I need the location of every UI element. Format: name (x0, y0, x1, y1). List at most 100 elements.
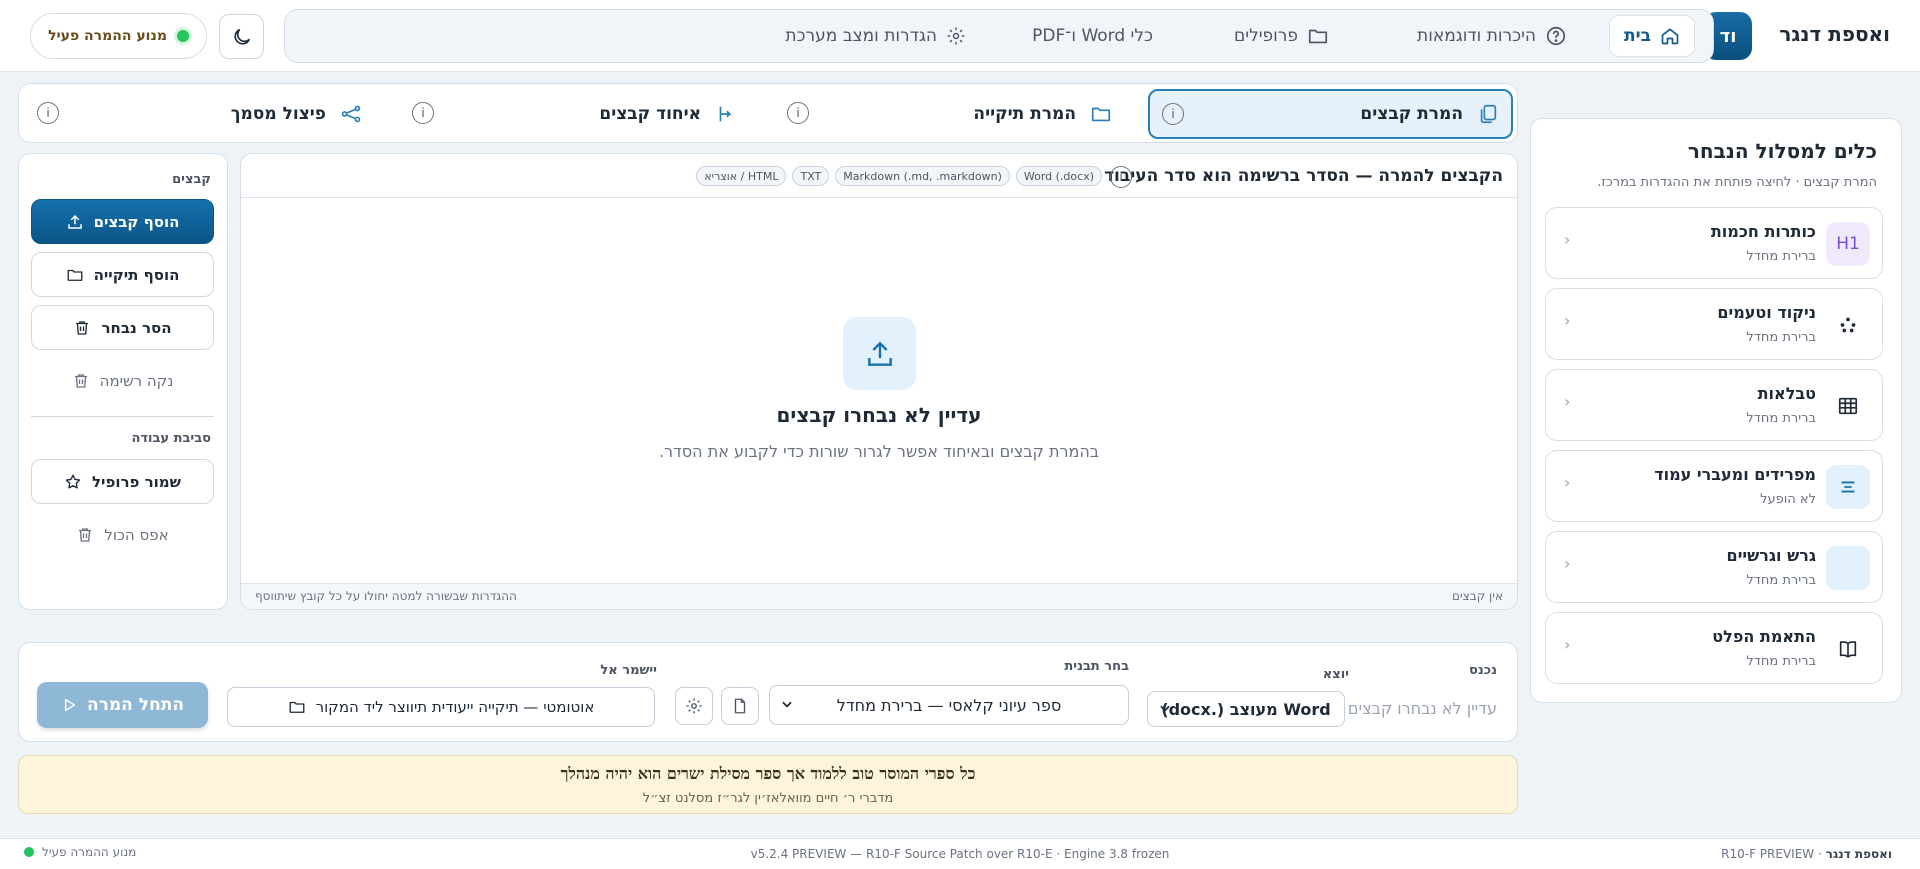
home-icon (1660, 26, 1680, 46)
status-engine-label: מנוע ההמרה פעיל (42, 845, 137, 859)
tool-nikud[interactable]: ניקוד וטעמים ברירת מחדל ‹ (1545, 288, 1883, 360)
save-profile-button[interactable]: שמור פרופיל (31, 459, 214, 504)
upload-icon (66, 213, 84, 231)
play-icon (61, 697, 77, 713)
trash-icon (73, 319, 91, 337)
tool-output-fit[interactable]: התאמת הפלט ברירת מחדל ‹ (1545, 612, 1883, 684)
nav-word-pdf[interactable]: כלי Word ו־PDF (1032, 15, 1153, 57)
file-list-footer: אין קבצים ההגדרות שבשורה למטה יחולו על כ… (241, 583, 1517, 609)
daily-quote: כל ספרי המוסר טוב ללמוד אך ספר מסילת ישר… (18, 755, 1518, 814)
output-format-select[interactable]: Word מעוצב (.docx) (1147, 691, 1345, 727)
tool-state: לא הופעל (1760, 492, 1816, 507)
trash-icon (76, 526, 94, 544)
top-header: ואספת דנגר וד בית היכרות ודוגמאות פרופיל… (0, 0, 1920, 72)
tool-separators[interactable]: מפרידים ומעברי עמוד לא הופעל ‹ (1545, 450, 1883, 522)
info-icon[interactable]: i (37, 102, 59, 124)
info-icon[interactable]: i (1110, 166, 1132, 188)
file-list-panel[interactable]: הקבצים להמרה — הסדר ברשימה הוא סדר העיבו… (240, 153, 1518, 610)
tool-geresh[interactable]: גרש וגרשיים ברירת מחדל ‹ (1545, 531, 1883, 603)
tool-state: ברירת מחדל (1746, 654, 1816, 669)
add-folder-label: הוסף תיקייה (93, 265, 180, 284)
status-dot-icon (24, 847, 34, 857)
tool-name: התאמת הפלט (1712, 627, 1816, 646)
tab-split-document[interactable]: פיצול מסמך (231, 89, 362, 139)
tab-convert-files-label: המרת קבצים (1360, 104, 1463, 124)
quote-source: מדברי ר׳ חיים מוואלאז׳ין לגר״ז מסלנט זצ״… (642, 791, 894, 806)
nav-intro[interactable]: היכרות ודוגמאות (1417, 15, 1567, 57)
info-icon[interactable]: i (412, 102, 434, 124)
workspace-heading: סביבת עבודה (131, 431, 211, 446)
format-chip: TXT (792, 166, 830, 186)
tool-state: ברירת מחדל (1746, 573, 1816, 588)
merge-icon (715, 103, 737, 125)
tools-subtitle: המרת קבצים · לחיצה פותחת את ההגדרות במרכ… (1597, 175, 1877, 190)
footer-note: ההגדרות שבשורה למטה יחולו על כל קובץ שית… (255, 589, 517, 603)
chevron-left-icon: ‹ (1564, 230, 1571, 249)
engine-status-label: מנוע ההמרה פעיל (48, 28, 167, 44)
file-actions-panel: קבצים הוסף קבצים הוסף תיקייה הסר נבחר נק… (18, 153, 228, 610)
tab-convert-folder[interactable]: המרת תיקייה (973, 89, 1112, 139)
chevron-down-icon (1158, 701, 1172, 715)
nav-profiles[interactable]: פרופילים (1234, 15, 1329, 57)
tools-panel: כלים למסלול הנבחר המרת קבצים · לחיצה פות… (1530, 118, 1902, 703)
divider (31, 416, 214, 417)
add-folder-button[interactable]: הוסף תיקייה (31, 252, 214, 297)
chevron-left-icon: ‹ (1564, 635, 1571, 654)
gear-icon (946, 26, 966, 46)
nav-home[interactable]: בית (1609, 15, 1695, 57)
save-profile-label: שמור פרופיל (91, 472, 182, 491)
template-label: בחר תבנית (1064, 659, 1129, 674)
nav-word-pdf-label: כלי Word ו־PDF (1032, 26, 1153, 46)
clear-list-label: נקה רשימה (99, 371, 174, 390)
tool-state: ברירת מחדל (1746, 249, 1816, 264)
chevron-left-icon: ‹ (1564, 311, 1571, 330)
heading-icon: H1 (1826, 222, 1870, 266)
theme-toggle-button[interactable] (219, 14, 264, 59)
info-icon[interactable]: i (787, 102, 809, 124)
reset-all-button[interactable]: אפס הכול (31, 512, 214, 557)
tool-name: גרש וגרשיים (1726, 546, 1816, 565)
conversion-controls: נכנס עדיין לא נבחרו קבצים יוצא Word מעוצ… (18, 642, 1518, 742)
engine-status-badge: מנוע ההמרה פעיל (30, 13, 207, 59)
table-icon (1826, 384, 1870, 428)
format-chip: Markdown (.md, .markdown) (835, 166, 1010, 186)
tool-state: ברירת מחדל (1746, 411, 1816, 426)
save-to-select[interactable]: אוטומטי — תיקייה ייעודית תיווצר ליד המקו… (227, 687, 655, 727)
file-list-title: הקבצים להמרה — הסדר ברשימה הוא סדר העיבו… (1104, 166, 1503, 186)
tool-smart-headings[interactable]: H1 כותרות חכמות ברירת מחדל ‹ (1545, 207, 1883, 279)
add-files-button[interactable]: הוסף קבצים (31, 199, 214, 244)
template-file-button[interactable] (721, 687, 759, 725)
folder-icon (288, 698, 306, 716)
reset-all-label: אפס הכול (104, 525, 169, 544)
info-icon[interactable]: i (1162, 103, 1184, 125)
tab-merge-files[interactable]: איחוד קבצים (599, 89, 737, 139)
dots-icon (1826, 303, 1870, 347)
nav-settings[interactable]: הגדרות ומצב מערכת (785, 15, 966, 57)
split-icon (340, 103, 362, 125)
start-conversion-button[interactable]: התחל המרה (37, 682, 208, 728)
remove-selected-button[interactable]: הסר נבחר (31, 305, 214, 350)
copy-icon (1477, 103, 1499, 125)
folder-icon (1090, 103, 1112, 125)
template-settings-button[interactable] (675, 687, 713, 725)
tab-convert-files[interactable]: המרת קבצים i (1148, 89, 1513, 139)
chevron-left-icon: ‹ (1564, 473, 1571, 492)
file-icon (731, 697, 749, 715)
empty-state-hint: בהמרת קבצים ובאיחוד אפשר לגרור שורות כדי… (658, 442, 1100, 461)
supported-formats: Word (.docx) Markdown (.md, .markdown) T… (696, 166, 1102, 186)
tool-tables[interactable]: טבלאות ברירת מחדל ‹ (1545, 369, 1883, 441)
trash-icon (72, 372, 90, 390)
output-label: יוצא (1322, 667, 1349, 682)
add-files-label: הוסף קבצים (93, 212, 180, 231)
status-dot-icon (176, 30, 189, 42)
mode-tabs: המרת קבצים i המרת תיקייה i איחוד קבצים i… (18, 83, 1518, 143)
gear-icon (685, 697, 703, 715)
nav-intro-label: היכרות ודוגמאות (1417, 26, 1536, 46)
template-select[interactable]: ספר עיוני קלאסי — ברירת מחדל (769, 685, 1129, 725)
version-info: v5.2.4 PREVIEW — R10-F Source Patch over… (750, 847, 1170, 861)
template-value: ספר עיוני קלאסי — ברירת מחדל (836, 695, 1062, 715)
chevron-down-icon (780, 697, 794, 711)
clear-list-button[interactable]: נקה רשימה (31, 358, 214, 403)
empty-state-title: עדיין לא נבחרו קבצים (776, 403, 982, 427)
chevron-left-icon: ‹ (1564, 392, 1571, 411)
